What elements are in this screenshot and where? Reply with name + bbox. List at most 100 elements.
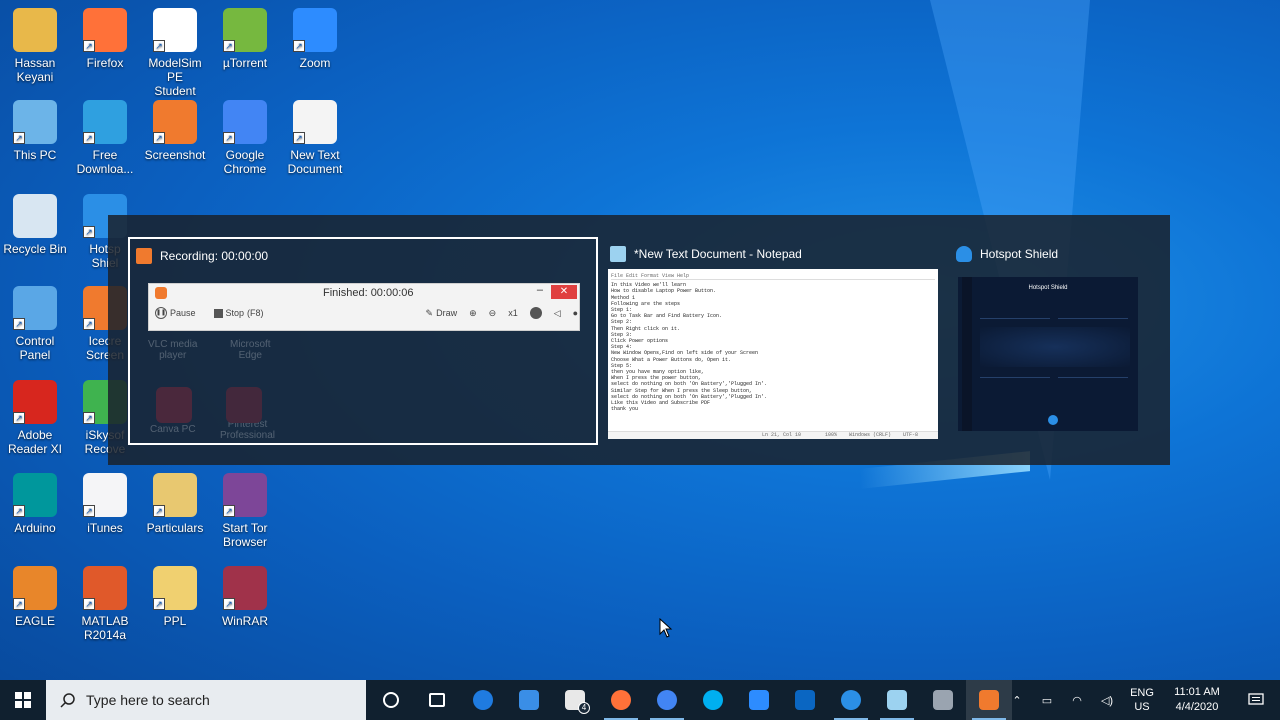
free-download-icon: ↗ bbox=[83, 100, 127, 144]
task-view-icon bbox=[429, 693, 445, 707]
desktop-icon-label: MATLAB R2014a bbox=[81, 614, 129, 642]
desktop-icon-label: Start Tor Browser bbox=[222, 521, 268, 549]
desktop-icon-label: Free Downloa... bbox=[76, 148, 134, 176]
webcam-icon[interactable] bbox=[529, 307, 542, 319]
shortcut-arrow-icon: ↗ bbox=[153, 132, 165, 144]
language-code: ENG bbox=[1130, 687, 1154, 699]
speaker-icon[interactable]: ◁ bbox=[554, 308, 561, 319]
hotspot-card-title: Hotspot Shield bbox=[980, 247, 1059, 261]
mouse-cursor-icon bbox=[659, 618, 673, 638]
folder-icon: ↗ bbox=[153, 473, 197, 517]
notepad-card-title: *New Text Document - Notepad bbox=[634, 247, 802, 261]
desktop-icon-itunes[interactable]: ↗ iTunes bbox=[70, 473, 140, 535]
desktop-icon-free-download[interactable]: ↗ Free Downloa... bbox=[70, 100, 140, 176]
hotspot-shield-icon bbox=[841, 690, 861, 710]
taskbar-app-edge[interactable] bbox=[460, 680, 506, 720]
desktop-icon-folder[interactable]: ↗ PPL bbox=[140, 566, 210, 628]
window-switcher: Recording: 00:00:00 VLC media player Mic… bbox=[108, 215, 1170, 465]
recorder-toolbar: ❚❚ Pause Stop (F8) ✎ Draw ⊕ ⊖ x1 ◁ ● bbox=[149, 302, 579, 324]
search-icon bbox=[60, 693, 75, 708]
shortcut-arrow-icon: ↗ bbox=[293, 40, 305, 52]
cortana-icon bbox=[383, 692, 399, 708]
desktop-icon-adobe-reader[interactable]: ↗ Adobe Reader XI bbox=[0, 380, 70, 456]
desktop-icon-zoom[interactable]: ↗ Zoom bbox=[280, 8, 350, 70]
desktop-icon-screenshot[interactable]: ↗ Screenshot bbox=[140, 100, 210, 162]
taskbar-app-hotspot-shield[interactable] bbox=[828, 680, 874, 720]
zoom-in-icon[interactable]: ⊕ bbox=[469, 308, 477, 319]
language-indicator[interactable]: ENG US bbox=[1122, 686, 1162, 714]
taskbar-app-bug-app[interactable] bbox=[920, 680, 966, 720]
taskbar-search-box[interactable]: Type here to search bbox=[46, 680, 366, 720]
zoom-level: x1 bbox=[508, 308, 518, 318]
desktop-icon-utorrent[interactable]: ↗ µTorrent bbox=[210, 8, 280, 70]
notepad-line: thank you bbox=[611, 406, 639, 413]
screenshot-icon: ↗ bbox=[153, 100, 197, 144]
taskbar-app-firefox[interactable] bbox=[598, 680, 644, 720]
desktop-icon-label: WinRAR bbox=[221, 614, 268, 628]
switcher-card-recorder[interactable]: Recording: 00:00:00 VLC media player Mic… bbox=[128, 237, 598, 445]
taskbar-app-chrome[interactable] bbox=[644, 680, 690, 720]
desktop-icon-user-folder[interactable]: Hassan Keyani bbox=[0, 8, 70, 84]
draw-button[interactable]: ✎ Draw bbox=[426, 308, 458, 319]
taskbar-app-skype[interactable] bbox=[690, 680, 736, 720]
stop-button[interactable]: Stop (F8) bbox=[213, 308, 264, 318]
microphone-icon[interactable]: ● bbox=[573, 308, 578, 318]
chevron-up-icon[interactable]: ⌃ bbox=[1002, 694, 1032, 707]
zoom-out-icon[interactable]: ⊖ bbox=[489, 308, 497, 319]
wifi-icon[interactable]: ◠ bbox=[1062, 694, 1092, 707]
shortcut-arrow-icon: ↗ bbox=[83, 226, 95, 238]
desktop-icon-recycle-bin[interactable]: Recycle Bin bbox=[0, 194, 70, 256]
start-button[interactable] bbox=[0, 680, 46, 720]
modelsim-icon: ↗ bbox=[153, 8, 197, 52]
action-center-button[interactable] bbox=[1232, 680, 1280, 720]
desktop-icon-control-panel[interactable]: ↗ Control Panel bbox=[0, 286, 70, 362]
desktop-icon-chrome[interactable]: ↗ Google Chrome bbox=[210, 100, 280, 176]
notepad-status-bar: Ln 21, Col 10 100% Windows (CRLF) UTF-8 bbox=[608, 431, 938, 439]
shortcut-arrow-icon: ↗ bbox=[13, 412, 25, 424]
taskbar-app-task-view[interactable] bbox=[414, 680, 460, 720]
desktop-icon-modelsim[interactable]: ↗ModelSim PE Student Edi... bbox=[140, 8, 210, 112]
pause-button[interactable]: ❚❚ Pause bbox=[155, 307, 196, 319]
desktop-icon-eagle[interactable]: ↗ EAGLE bbox=[0, 566, 70, 628]
hotspot-thumbnail: Hotspot Shield bbox=[958, 277, 1138, 431]
hotspot-connect-button bbox=[1048, 415, 1058, 425]
taskbar-app-notepad[interactable] bbox=[874, 680, 920, 720]
desktop-icon-matlab[interactable]: ↗ MATLAB R2014a bbox=[70, 566, 140, 642]
taskbar-app-store[interactable] bbox=[506, 680, 552, 720]
clock-time: 11:01 AM bbox=[1174, 686, 1220, 698]
close-icon[interactable]: ✕ bbox=[551, 285, 577, 299]
draw-label: Draw bbox=[436, 308, 458, 318]
shortcut-arrow-icon: ↗ bbox=[13, 318, 25, 330]
shortcut-arrow-icon: ↗ bbox=[83, 132, 95, 144]
minimize-icon[interactable]: – bbox=[537, 284, 543, 296]
matlab-icon: ↗ bbox=[83, 566, 127, 610]
notepad-icon bbox=[610, 246, 626, 262]
hotspot-card-header: Hotspot Shield bbox=[956, 245, 1058, 263]
desktop-icon-label: New Text Document bbox=[287, 148, 343, 176]
recorder-background-desktop: VLC media player Microsoft Edge Canva PC… bbox=[130, 329, 600, 444]
taskbar-app-linkedin[interactable] bbox=[782, 680, 828, 720]
hotspot-world-map bbox=[980, 327, 1130, 367]
desktop-icon-text-document[interactable]: ↗ New Text Document bbox=[280, 100, 350, 176]
notepad-thumbnail: File Edit Format View Help In this Video… bbox=[608, 269, 938, 439]
desktop-icon-winrar[interactable]: ↗ WinRAR bbox=[210, 566, 280, 628]
desktop-icon-arduino[interactable]: ↗ Arduino bbox=[0, 473, 70, 535]
taskbar-app-mail[interactable]: 4 bbox=[552, 680, 598, 720]
taskbar-app-zoom[interactable] bbox=[736, 680, 782, 720]
shortcut-arrow-icon: ↗ bbox=[223, 505, 235, 517]
adobe-reader-icon: ↗ bbox=[13, 380, 57, 424]
desktop-icon-firefox[interactable]: ↗ Firefox bbox=[70, 8, 140, 70]
stop-hotkey: (F8) bbox=[247, 308, 264, 318]
switcher-card-notepad[interactable]: *New Text Document - Notepad File Edit F… bbox=[604, 237, 940, 445]
desktop-icon-this-pc[interactable]: ↗ This PC bbox=[0, 100, 70, 162]
text-document-icon: ↗ bbox=[293, 100, 337, 144]
switcher-card-hotspot-shield[interactable]: Hotspot Shield Hotspot Shield bbox=[950, 237, 1160, 445]
shortcut-arrow-icon: ↗ bbox=[153, 598, 165, 610]
clock[interactable]: 11:01 AM 4/4/2020 bbox=[1162, 685, 1232, 715]
taskbar-app-cortana[interactable] bbox=[368, 680, 414, 720]
bg-label-canva: Canva PC bbox=[150, 424, 196, 435]
volume-icon[interactable]: ◁) bbox=[1092, 694, 1122, 707]
battery-icon[interactable]: ▭ bbox=[1032, 694, 1062, 707]
desktop-icon-tor[interactable]: ↗ Start Tor Browser bbox=[210, 473, 280, 549]
desktop-icon-folder[interactable]: ↗ Particulars bbox=[140, 473, 210, 535]
